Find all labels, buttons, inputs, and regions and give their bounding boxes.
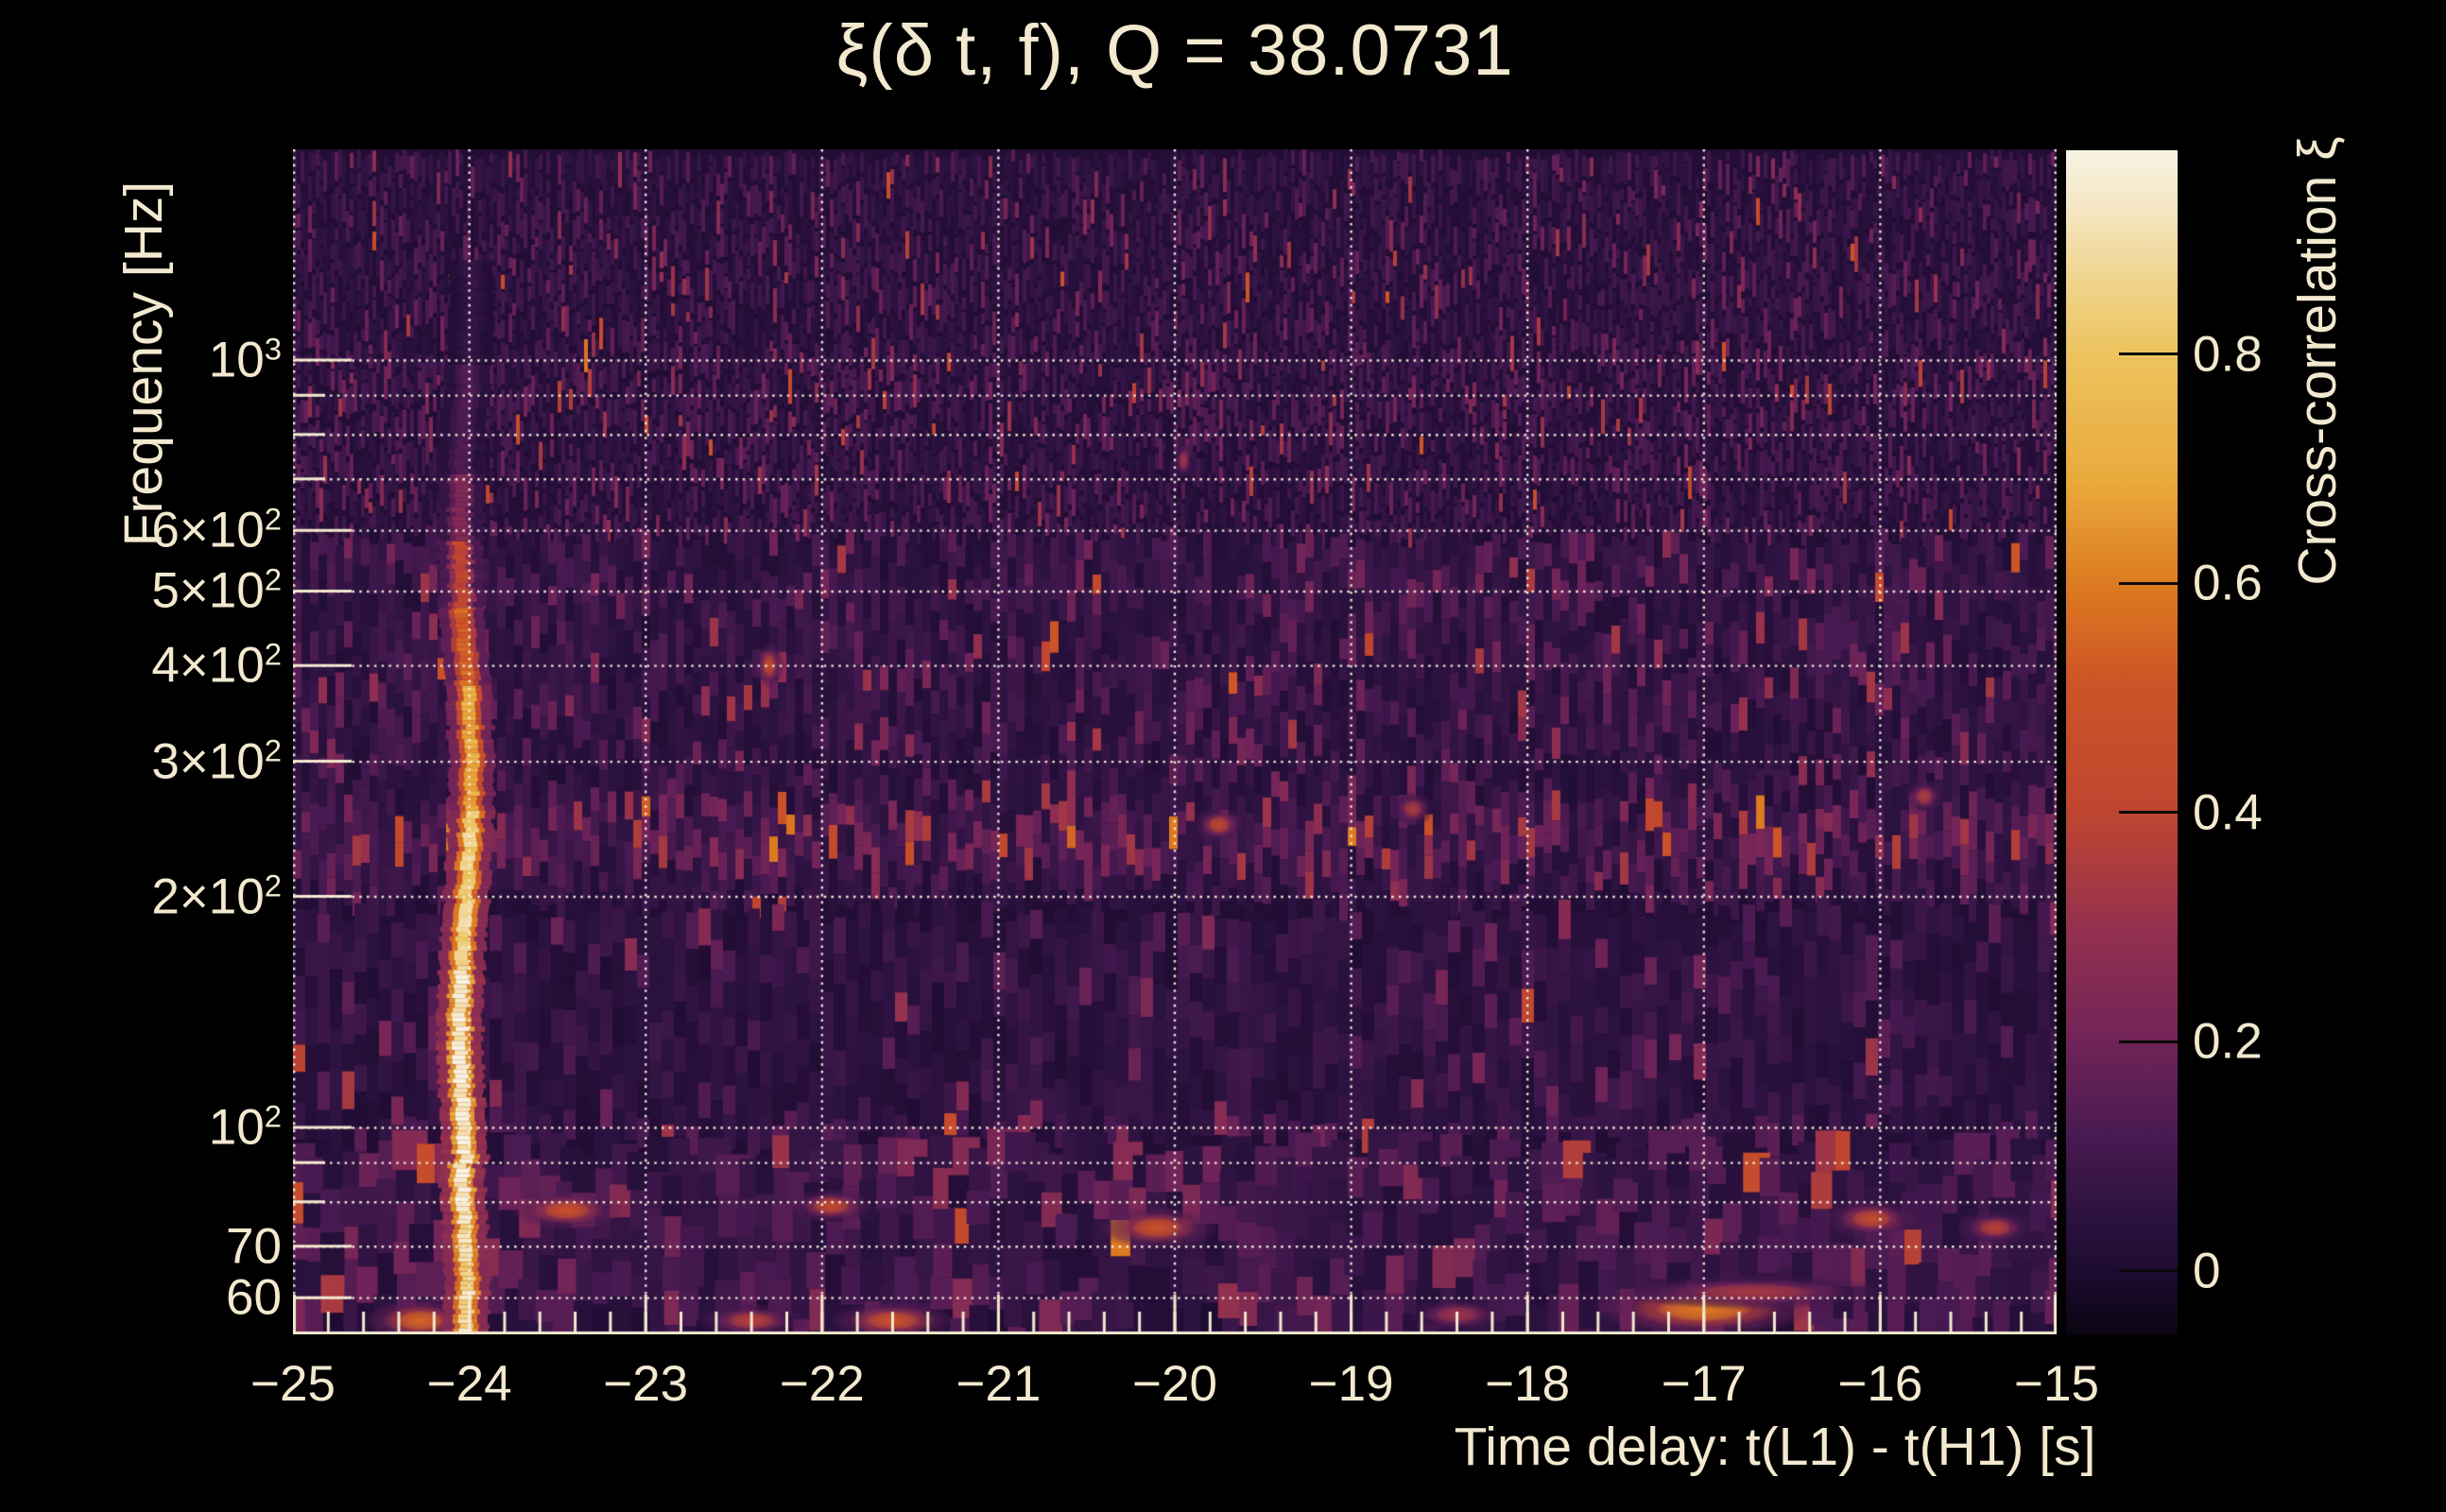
- y-tick-label: 6×102: [151, 501, 282, 558]
- x-axis-title: Time delay: t(L1) - t(H1) [s]: [1454, 1417, 2096, 1477]
- x-tick-label: −25: [250, 1356, 336, 1412]
- y-tick-label: 60: [226, 1269, 282, 1326]
- correlation-spectrogram-figure: ξ(δ t, f), Q = 38.0731 Frequency [Hz] −2…: [0, 0, 2446, 1512]
- x-tick-label: −19: [1308, 1356, 1394, 1412]
- plot-title: ξ(δ t, f), Q = 38.0731: [835, 10, 1514, 91]
- colorbar-tick-label: 0: [2193, 1243, 2221, 1299]
- x-tick-label: −17: [1661, 1356, 1747, 1412]
- colorbar-tick: [2119, 352, 2178, 356]
- colorbar: [2066, 150, 2178, 1334]
- x-tick-label: −22: [779, 1356, 865, 1412]
- x-tick-label: −16: [1837, 1356, 1923, 1412]
- y-tick-label: 102: [208, 1098, 282, 1156]
- colorbar-gradient: [2066, 150, 2178, 1334]
- y-axis-title: Frequency [Hz]: [113, 180, 174, 547]
- colorbar-tick: [2119, 1269, 2178, 1273]
- x-tick-label: −18: [1485, 1356, 1571, 1412]
- spectrogram-heatmap: [293, 149, 2057, 1334]
- y-tick-label: 3×102: [151, 732, 282, 790]
- y-tick-label: 5×102: [151, 561, 282, 619]
- colorbar-title: Cross-correlation ξ: [2287, 136, 2348, 586]
- colorbar-tick: [2119, 581, 2178, 585]
- colorbar-tick-label: 0.8: [2193, 326, 2263, 383]
- colorbar-tick: [2119, 811, 2178, 815]
- y-tick-label: 2×102: [151, 868, 282, 925]
- x-tick-label: −21: [956, 1356, 1042, 1412]
- y-tick-label: 4×102: [151, 636, 282, 694]
- x-tick-label: −24: [426, 1356, 512, 1412]
- colorbar-tick: [2119, 1040, 2178, 1043]
- colorbar-tick-label: 0.4: [2193, 784, 2263, 841]
- y-tick-label: 103: [208, 331, 282, 388]
- x-tick-label: −15: [2014, 1356, 2099, 1412]
- y-tick-label: 70: [226, 1218, 282, 1275]
- colorbar-tick-label: 0.6: [2193, 555, 2263, 611]
- colorbar-tick-label: 0.2: [2193, 1013, 2263, 1070]
- x-tick-label: −23: [603, 1356, 689, 1412]
- x-tick-label: −20: [1132, 1356, 1217, 1412]
